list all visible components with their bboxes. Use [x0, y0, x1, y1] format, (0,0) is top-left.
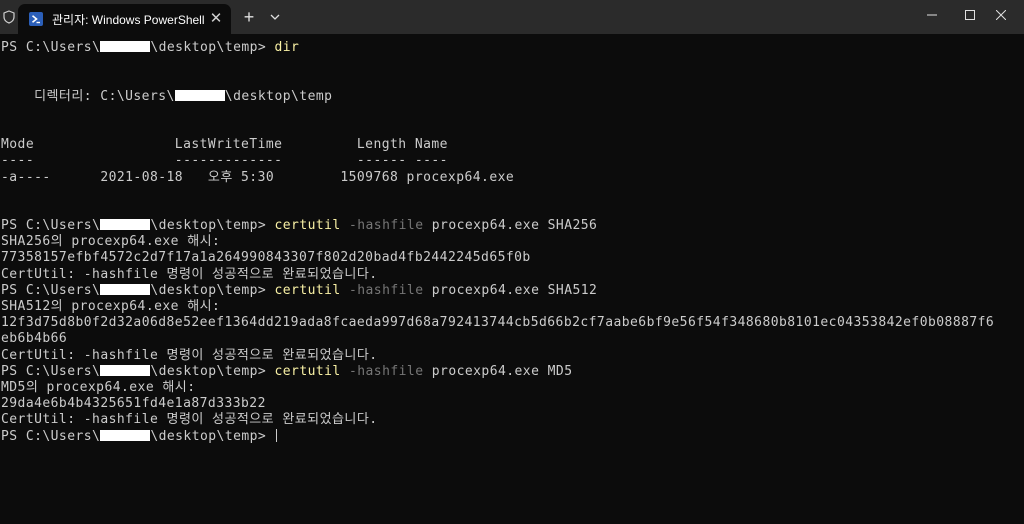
success-message: CertUtil: -hashfile 명령이 성공적으로 완료되었습니다. [1, 266, 378, 282]
minimize-icon [927, 14, 937, 16]
maximize-icon [965, 10, 975, 20]
table-header: Mode LastWriteTime Length Name [1, 137, 448, 153]
redacted-username [174, 89, 225, 101]
hash-value: 29da4e6b4b4325651fd4e1a87d333b22 [1, 396, 266, 412]
directory-line: 디렉터리: C:\Users\ \desktop\temp [1, 88, 333, 104]
prompt-line: PS C:\Users\ \desktop\temp> certutil -has… [1, 218, 598, 234]
prompt-line: PS C:\Users\ \desktop\temp> certutil -has… [1, 363, 573, 379]
close-tab-icon[interactable]: ✕ [208, 11, 224, 27]
close-window-button[interactable] [978, 0, 1024, 30]
hash-label: SHA512의 procexp64.exe 해시: [1, 299, 221, 314]
text-cursor [276, 428, 278, 442]
table-rule: ---- ------------- ------ ---- [1, 153, 448, 169]
redacted-username [100, 283, 151, 295]
prompt-line: PS C:\Users\ \desktop\temp> dir [1, 40, 300, 55]
hash-value: 12f3d75d8b0f2d32a06d8e52eef1364dd219ada8… [1, 315, 995, 331]
table-row: -a---- 2021-08-18 오후 5:30 1509768 procex… [1, 169, 515, 185]
title-bar: 관리자: Windows PowerShell ✕ + [0, 0, 1024, 34]
chevron-down-icon[interactable] [266, 8, 284, 26]
tab-title: 관리자: Windows PowerShell [52, 13, 205, 27]
redacted-username [100, 429, 151, 441]
prompt-line: PS C:\Users\ \desktop\temp> [1, 428, 1021, 445]
close-icon [996, 10, 1006, 20]
success-message: CertUtil: -hashfile 명령이 성공적으로 완료되었습니다. [1, 412, 378, 428]
shield-icon [0, 0, 18, 34]
redacted-username [100, 364, 151, 376]
powershell-icon [29, 12, 43, 26]
prompt-line: PS C:\Users\ \desktop\temp> certutil -has… [1, 282, 598, 298]
hash-label: SHA256의 procexp64.exe 해시: [1, 234, 221, 250]
terminal-output[interactable]: PS C:\Users\ \desktop\temp> dir 디렉터리: C:\… [1, 40, 1021, 524]
new-tab-button[interactable]: + [240, 8, 258, 26]
success-message: CertUtil: -hashfile 명령이 성공적으로 완료되었습니다. [1, 347, 378, 363]
hash-value: 77358157efbf4572c2d7f17a1a264990843307f8… [1, 250, 531, 266]
redacted-username [100, 41, 151, 52]
hash-value: eb6b4b66 [1, 331, 68, 347]
tab-powershell[interactable]: 관리자: Windows PowerShell ✕ [18, 4, 231, 34]
hash-label: MD5의 procexp64.exe 해시: [1, 379, 196, 395]
redacted-username [100, 219, 151, 231]
